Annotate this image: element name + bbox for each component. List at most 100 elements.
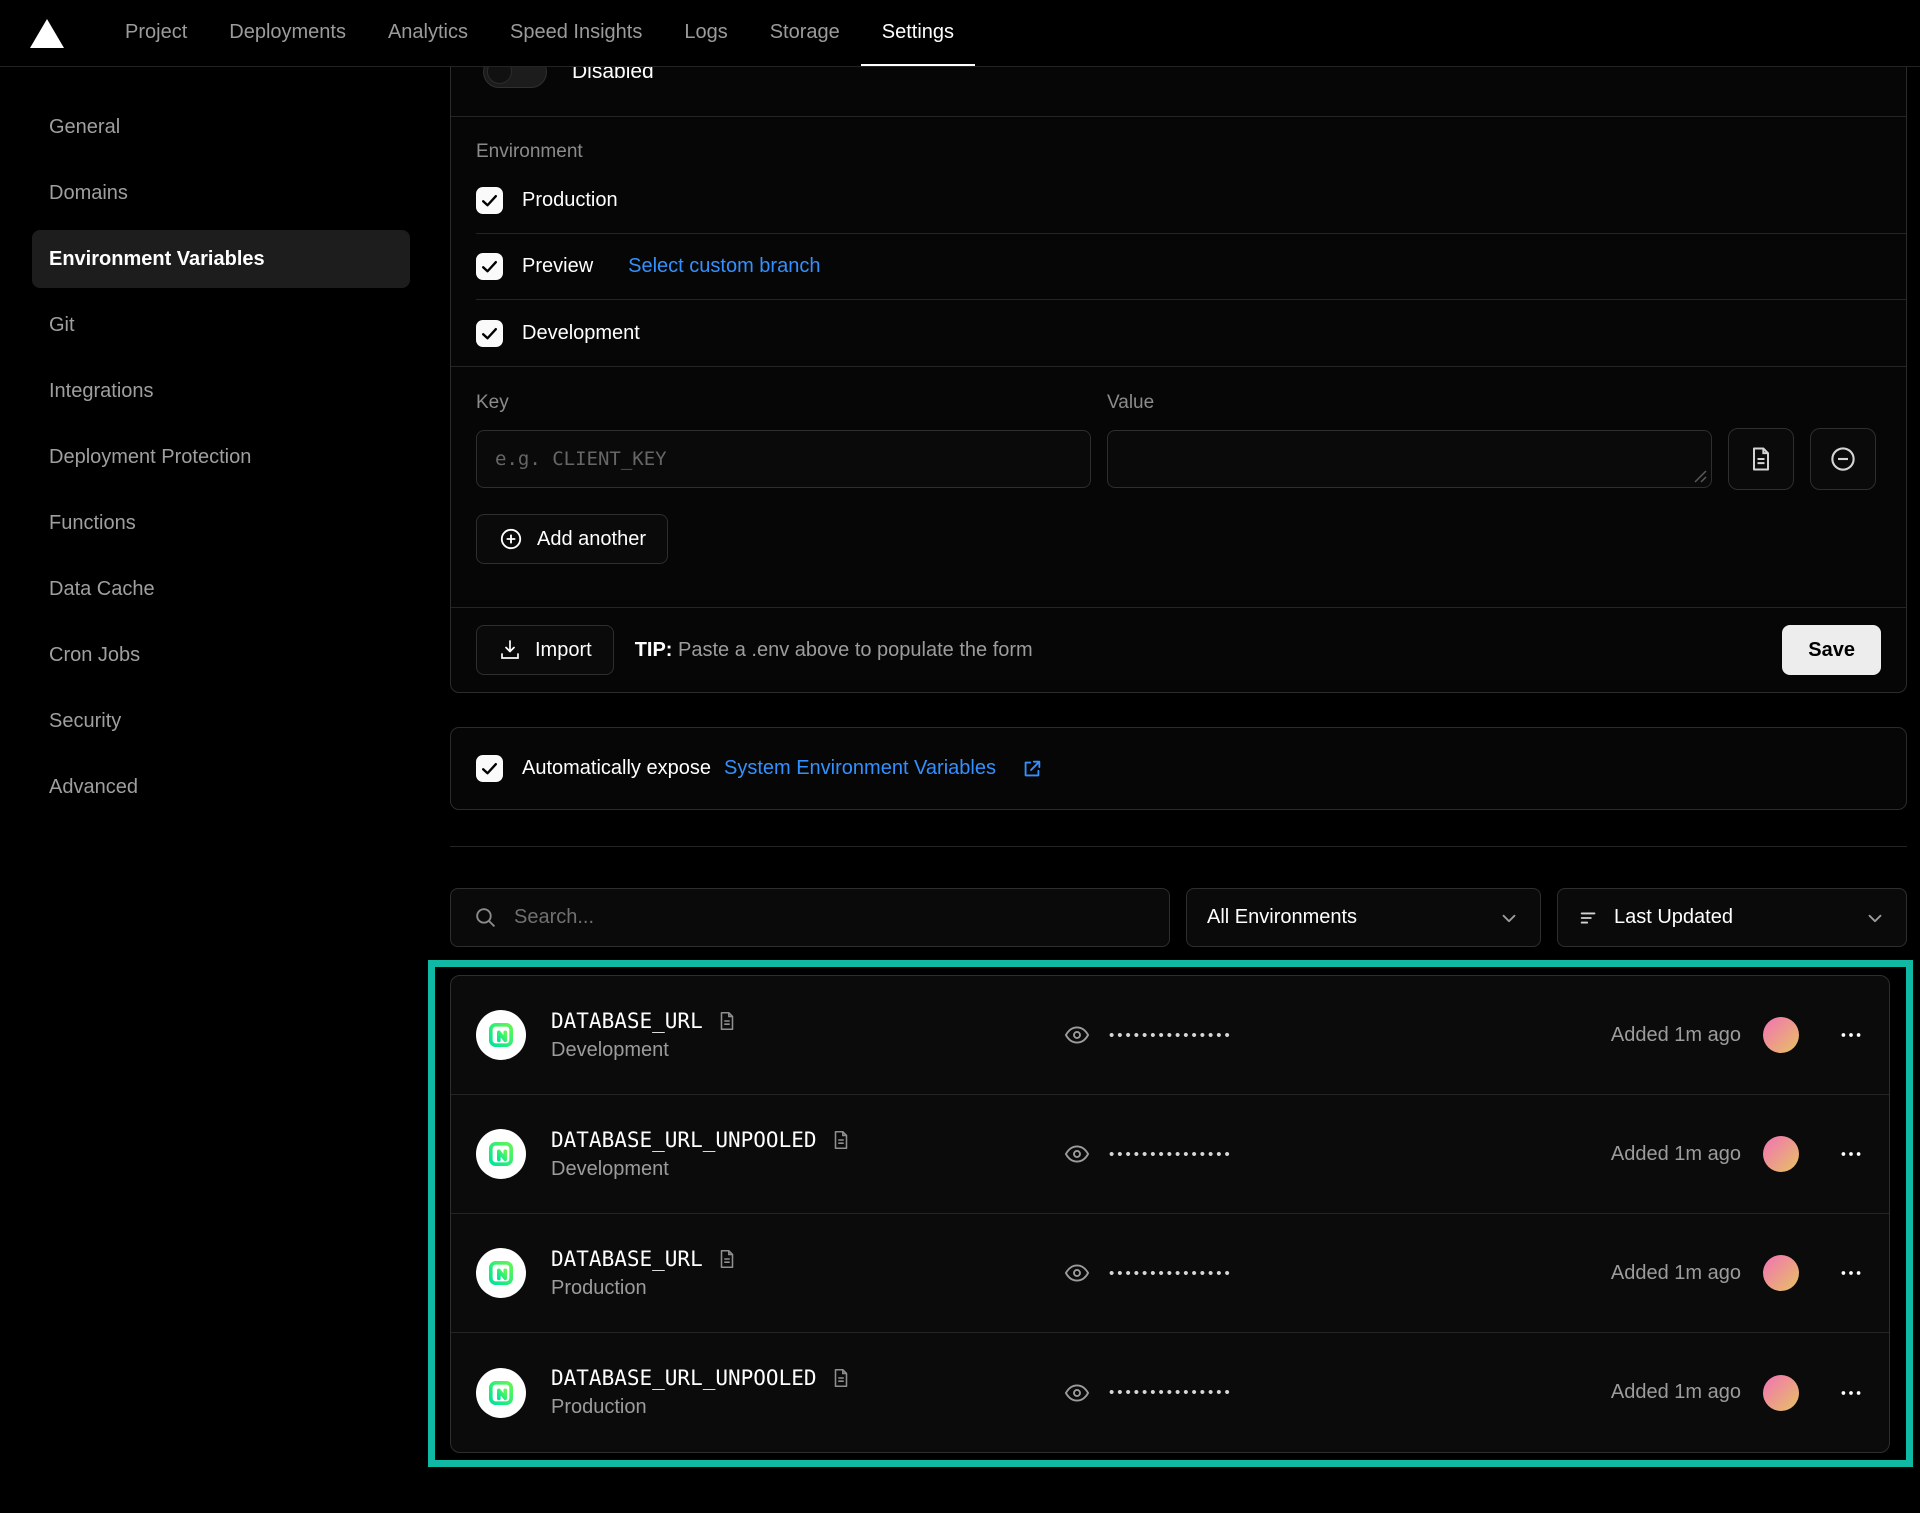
tab-logs[interactable]: Logs <box>663 0 748 66</box>
var-name: DATABASE_URL <box>551 1009 703 1033</box>
checkmark-icon <box>480 759 499 778</box>
ellipsis-icon <box>1838 1380 1864 1406</box>
search-box <box>450 888 1170 947</box>
row-menu-button[interactable] <box>1838 1022 1864 1048</box>
tip-text: TIP: Paste a .env above to populate the … <box>635 639 1033 662</box>
neon-integration-icon <box>476 1248 526 1298</box>
var-value: ••••••••••••••• <box>1063 1379 1233 1407</box>
eye-icon[interactable] <box>1063 1021 1091 1049</box>
environment-filter-select[interactable]: All Environments <box>1186 888 1541 947</box>
var-environment: Development <box>551 1039 1063 1062</box>
env-var-list: DATABASE_URL Development ••••••••••••••• <box>450 975 1890 1453</box>
search-icon <box>473 905 498 930</box>
var-meta: Added 1m ago <box>1611 1017 1864 1053</box>
expose-text: Automatically expose <box>522 757 711 780</box>
form-labels: Key Value <box>476 392 1876 414</box>
eye-icon[interactable] <box>1063 1140 1091 1168</box>
preview-checkbox[interactable] <box>476 253 503 280</box>
vercel-logo-icon[interactable] <box>30 19 64 48</box>
save-button[interactable]: Save <box>1782 625 1881 675</box>
checkmark-icon <box>480 324 499 343</box>
select-custom-branch-link[interactable]: Select custom branch <box>628 255 820 278</box>
neon-integration-icon <box>476 1010 526 1060</box>
var-meta: Added 1m ago <box>1611 1255 1864 1291</box>
tab-settings[interactable]: Settings <box>861 0 975 66</box>
value-input-wrap <box>1107 430 1712 488</box>
add-another-button[interactable]: Add another <box>476 514 668 564</box>
user-avatar <box>1763 1136 1799 1172</box>
note-icon[interactable] <box>830 1367 852 1389</box>
sidebar-item-security[interactable]: Security <box>32 692 410 750</box>
sort-value: Last Updated <box>1614 906 1850 929</box>
env-var-row: DATABASE_URL_UNPOOLED Development ••••••… <box>451 1095 1889 1214</box>
env-var-row: DATABASE_URL_UNPOOLED Production •••••••… <box>451 1333 1889 1452</box>
environment-option-preview: Preview Select custom branch <box>476 234 1906 300</box>
sidebar-item-domains[interactable]: Domains <box>32 164 410 222</box>
sidebar-item-functions[interactable]: Functions <box>32 494 410 552</box>
search-input[interactable] <box>514 906 1147 929</box>
tab-project[interactable]: Project <box>104 0 208 66</box>
var-environment: Production <box>551 1396 1063 1419</box>
chevron-down-icon <box>1864 907 1886 929</box>
tab-storage[interactable]: Storage <box>749 0 861 66</box>
tab-deployments[interactable]: Deployments <box>208 0 367 66</box>
sidebar-item-advanced[interactable]: Advanced <box>32 758 410 816</box>
var-info: DATABASE_URL Production <box>551 1247 1063 1300</box>
sidebar-item-deployment-protection[interactable]: Deployment Protection <box>32 428 410 486</box>
system-env-variables-link[interactable]: System Environment Variables <box>724 757 996 780</box>
remove-row-button[interactable] <box>1810 428 1876 490</box>
eye-icon[interactable] <box>1063 1379 1091 1407</box>
value-input[interactable] <box>1107 430 1712 488</box>
value-label: Value <box>1107 392 1712 414</box>
sort-select[interactable]: Last Updated <box>1557 888 1907 947</box>
ellipsis-icon <box>1838 1022 1864 1048</box>
sidebar-item-integrations[interactable]: Integrations <box>32 362 410 420</box>
production-label: Production <box>522 189 618 212</box>
import-download-icon <box>498 638 522 662</box>
ellipsis-icon <box>1838 1260 1864 1286</box>
var-value: ••••••••••••••• <box>1063 1259 1233 1287</box>
key-label: Key <box>476 392 1091 414</box>
var-value: ••••••••••••••• <box>1063 1021 1233 1049</box>
external-link-icon <box>1021 758 1043 780</box>
key-input[interactable] <box>476 430 1091 488</box>
note-icon[interactable] <box>830 1129 852 1151</box>
form-inputs <box>476 428 1876 490</box>
note-icon[interactable] <box>716 1010 738 1032</box>
environment-option-production: Production <box>476 168 1906 234</box>
var-meta: Added 1m ago <box>1611 1375 1864 1411</box>
note-icon[interactable] <box>716 1248 738 1270</box>
add-another-label: Add another <box>537 528 646 551</box>
environment-section-title: Environment <box>476 141 1906 163</box>
section-divider <box>450 846 1907 847</box>
environment-option-development: Development <box>476 300 1906 366</box>
sort-lines-icon <box>1578 907 1600 929</box>
row-menu-button[interactable] <box>1838 1141 1864 1167</box>
highlight-annotation-box: DATABASE_URL Development ••••••••••••••• <box>428 960 1913 1467</box>
import-button[interactable]: Import <box>476 625 614 675</box>
tab-speed-insights[interactable]: Speed Insights <box>489 0 663 66</box>
masked-value: ••••••••••••••• <box>1109 1146 1233 1163</box>
var-name: DATABASE_URL_UNPOOLED <box>551 1366 817 1390</box>
var-name: DATABASE_URL_UNPOOLED <box>551 1128 817 1152</box>
sidebar-item-data-cache[interactable]: Data Cache <box>32 560 410 618</box>
paste-env-file-button[interactable] <box>1728 428 1794 490</box>
var-value: ••••••••••••••• <box>1063 1140 1233 1168</box>
var-info: DATABASE_URL_UNPOOLED Development <box>551 1128 1063 1181</box>
row-menu-button[interactable] <box>1838 1260 1864 1286</box>
sidebar-item-cron-jobs[interactable]: Cron Jobs <box>32 626 410 684</box>
sidebar-item-general[interactable]: General <box>32 98 410 156</box>
development-checkbox[interactable] <box>476 320 503 347</box>
production-checkbox[interactable] <box>476 187 503 214</box>
nav-tabs: Project Deployments Analytics Speed Insi… <box>104 0 975 66</box>
eye-icon[interactable] <box>1063 1259 1091 1287</box>
environment-filter-value: All Environments <box>1207 906 1484 929</box>
neon-integration-icon <box>476 1368 526 1418</box>
sidebar-item-git[interactable]: Git <box>32 296 410 354</box>
expose-system-env-checkbox[interactable] <box>476 755 503 782</box>
sidebar-item-environment-variables[interactable]: Environment Variables <box>32 230 410 288</box>
chevron-down-icon <box>1498 907 1520 929</box>
resize-grip-icon[interactable] <box>1694 470 1707 483</box>
tab-analytics[interactable]: Analytics <box>367 0 489 66</box>
row-menu-button[interactable] <box>1838 1380 1864 1406</box>
